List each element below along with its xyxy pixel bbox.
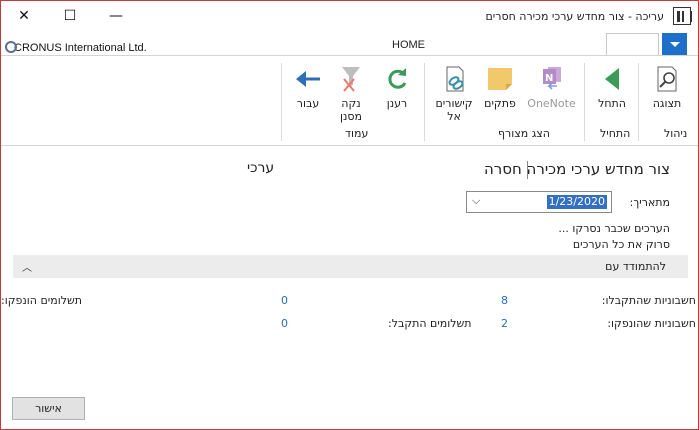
divider xyxy=(1,55,698,56)
notes-label: פתקים xyxy=(484,97,516,110)
scanned-entries-label: הערכים שכבר נסרקו ... xyxy=(558,222,670,235)
view-button[interactable]: תצוגה xyxy=(644,65,690,110)
links-icon xyxy=(439,65,469,93)
onenote-button[interactable]: N OneNote xyxy=(524,65,579,110)
refresh-label: רענן xyxy=(386,97,408,110)
onenote-label: OneNote xyxy=(527,97,576,110)
divider xyxy=(1,145,698,146)
group-separator xyxy=(424,63,425,141)
page-subtitle: ערכי xyxy=(247,160,275,176)
go-label: עבור xyxy=(296,97,320,110)
scan-all-entries-label: סרוק את כל הערכים xyxy=(572,238,670,251)
maximize-button[interactable]: ☐ xyxy=(55,4,85,28)
group-label-page: עמוד xyxy=(345,127,369,140)
received-invoices-label: חשבוניות שהתקבלו: xyxy=(601,294,696,307)
dotted-leader: · · · xyxy=(629,199,652,208)
date-value: 1/23/2020 xyxy=(546,195,607,209)
magnifier-icon xyxy=(652,65,682,93)
refresh-icon xyxy=(382,65,412,93)
section-header[interactable]: להתמודד עם ︿ xyxy=(13,255,688,278)
group-separator xyxy=(584,63,585,141)
ok-button[interactable]: אישור xyxy=(12,397,85,420)
page-title: צור מחדש ערכי מכירה חסרה xyxy=(483,160,670,178)
group-label-manage: ניהול xyxy=(664,127,688,140)
issued-invoices-value[interactable]: 2 xyxy=(501,317,508,330)
received-payments-value[interactable]: 0 xyxy=(281,317,288,330)
links-label: קישורים אל xyxy=(435,97,473,123)
links-button[interactable]: קישורים אל xyxy=(430,65,478,123)
group-label-started: התחיל xyxy=(600,127,631,140)
start-button[interactable]: התחל xyxy=(591,65,633,110)
notes-button[interactable]: פתקים xyxy=(481,65,519,110)
close-button[interactable]: ✕ xyxy=(9,4,39,28)
view-label: תצוגה xyxy=(652,97,682,110)
onenote-icon: N xyxy=(537,65,567,93)
app-logo-icon xyxy=(673,7,692,25)
issued-invoices-label: חשבוניות שהונפקו: xyxy=(607,317,696,330)
tab-active[interactable] xyxy=(606,33,659,56)
go-arrow-icon xyxy=(293,65,323,93)
globe-icon xyxy=(5,41,17,53)
section-title: להתמודד עם xyxy=(605,260,666,273)
minimize-button[interactable]: — xyxy=(101,4,131,28)
divider xyxy=(527,161,528,179)
issued-payments-value[interactable]: 0 xyxy=(281,294,288,307)
clear-filter-button[interactable]: נקה מסנן xyxy=(331,65,371,123)
company-name: CRONUS International Ltd. xyxy=(5,41,147,54)
date-field[interactable]: 1/23/2020 ⌵ xyxy=(466,191,612,213)
play-icon xyxy=(597,65,627,93)
received-payments-label: תשלומים התקבל: xyxy=(388,317,472,330)
go-button[interactable]: עבור xyxy=(289,65,327,110)
company-label: CRONUS International Ltd. xyxy=(14,42,147,54)
group-separator xyxy=(281,63,282,141)
received-invoices-value[interactable]: 8 xyxy=(501,294,508,307)
tab-home[interactable]: HOME xyxy=(392,39,425,51)
refresh-button[interactable]: רענן xyxy=(378,65,416,110)
chevron-up-icon[interactable]: ︿ xyxy=(22,259,32,274)
start-label: התחל xyxy=(598,97,626,110)
ribbon-menu-dropdown[interactable] xyxy=(662,33,687,55)
notes-icon xyxy=(485,65,515,93)
group-separator xyxy=(638,63,639,141)
issued-payments-label: תשלומים הונפקו: xyxy=(1,294,82,307)
svg-text:N: N xyxy=(545,73,553,84)
window-title: עריכה - צור מחדש ערכי מכירה חסרים xyxy=(485,10,664,23)
clear-filter-label: נקה מסנן xyxy=(339,97,362,123)
chevron-down-icon[interactable]: ⌵ xyxy=(472,194,480,208)
clear-filter-icon xyxy=(336,65,366,93)
group-label-show-attached: הצג מצורף xyxy=(498,127,550,140)
dialog-window: ✕ ☐ — עריכה - צור מחדש ערכי מכירה חסרים … xyxy=(0,0,699,430)
